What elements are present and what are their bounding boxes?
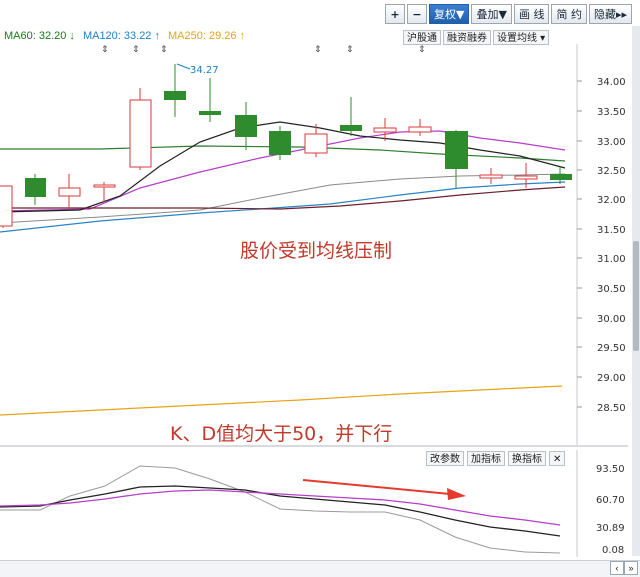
kd-annotation: K、D值均大于50，并下行: [170, 423, 393, 445]
price-tick-label: 30.00: [597, 314, 626, 325]
price-tick-label: 28.50: [597, 403, 626, 414]
candle-up: [0, 185, 13, 227]
scroll-left-icon[interactable]: ‹: [610, 561, 624, 575]
price-tick-label: 32.50: [597, 166, 626, 177]
candle-down: [550, 174, 572, 180]
candle-up: [373, 127, 397, 133]
indicator-panel-buttons: 改参数 加指标 换指标 ✕: [426, 451, 566, 466]
kd-tick-label: 60.70: [596, 495, 625, 506]
scroll-right-icon[interactable]: »: [624, 561, 638, 575]
close-indicator-button[interactable]: ✕: [549, 451, 566, 466]
price-tick-label: 32.00: [597, 195, 626, 206]
add-indicator-button[interactable]: 加指标: [467, 451, 505, 466]
candle-down: [25, 178, 46, 197]
candle-down: [164, 91, 186, 100]
change-params-button[interactable]: 改参数: [426, 451, 464, 466]
price-tick-label: 30.50: [597, 284, 626, 295]
event-marker-icon: ⇕: [346, 45, 354, 55]
candle-down: [340, 125, 362, 131]
high-price-label: 34.27: [190, 65, 219, 76]
event-markers: ⇕ ⇕ ⇕ ⇕ ⇕ ⇕: [101, 45, 426, 55]
trend-arrow-shaft: [302, 479, 451, 495]
event-marker-icon: ⇕: [101, 45, 109, 55]
kd-tick-label: 30.89: [596, 523, 625, 534]
event-marker-icon: ⇕: [314, 45, 322, 55]
price-tick-label: 34.00: [597, 77, 626, 88]
price-tick-label: 31.50: [597, 225, 626, 236]
vertical-scrollbar[interactable]: [632, 26, 640, 556]
price-annotation: 股价受到均线压制: [240, 240, 393, 262]
kd-tick-label: 0.08: [602, 545, 624, 556]
ma250-line: [0, 385, 563, 416]
candle-up: [58, 187, 81, 197]
kd-axis-labels: 93.50 60.70 30.89 0.08: [596, 464, 625, 556]
price-ticks: [577, 80, 582, 408]
switch-indicator-button[interactable]: 换指标: [508, 451, 546, 466]
trend-arrow-head: [447, 488, 466, 500]
ma-darkred-line: [0, 186, 566, 210]
candle-up: [514, 175, 538, 180]
price-tick-label: 33.00: [597, 137, 626, 148]
candle-down: [199, 111, 221, 115]
candle-up: [304, 133, 328, 154]
candle-down: [269, 131, 291, 155]
candle-up: [93, 184, 116, 188]
scrollbar-thumb[interactable]: [633, 241, 639, 351]
event-marker-icon: ⇕: [418, 45, 426, 55]
stock-chart-window: + − 复权▼ 叠加▼ 画 线 简 约 隐藏▸▸ MA60: 32.20 ↓ M…: [0, 0, 640, 577]
candle-up: [408, 126, 432, 133]
ma-gray-line: [0, 173, 566, 224]
candle-down: [445, 131, 468, 169]
price-tick-label: 29.00: [597, 373, 626, 384]
candle-down: [235, 115, 257, 137]
bottom-bar: ‹ »: [0, 560, 640, 577]
event-marker-icon: ⇕: [132, 45, 140, 55]
price-tick-label: 33.50: [597, 107, 626, 118]
high-marker-line: [176, 63, 191, 70]
price-axis-labels: 34.00 33.50 33.00 32.50 32.00 31.50 31.0…: [597, 77, 626, 414]
candlesticks: [0, 64, 572, 228]
chart-canvas: 34.00 33.50 33.00 32.50 32.00 31.50 31.0…: [0, 44, 628, 571]
kd-j-line: [0, 465, 561, 554]
event-marker-icon: ⇕: [160, 45, 168, 55]
candle-up: [479, 174, 503, 179]
price-tick-label: 31.00: [597, 254, 626, 265]
price-tick-label: 29.50: [597, 343, 626, 354]
kd-tick-label: 93.50: [596, 464, 625, 475]
candle-up: [129, 99, 152, 168]
kd-d-line: [0, 489, 561, 526]
ma-blue-line: [0, 181, 566, 233]
